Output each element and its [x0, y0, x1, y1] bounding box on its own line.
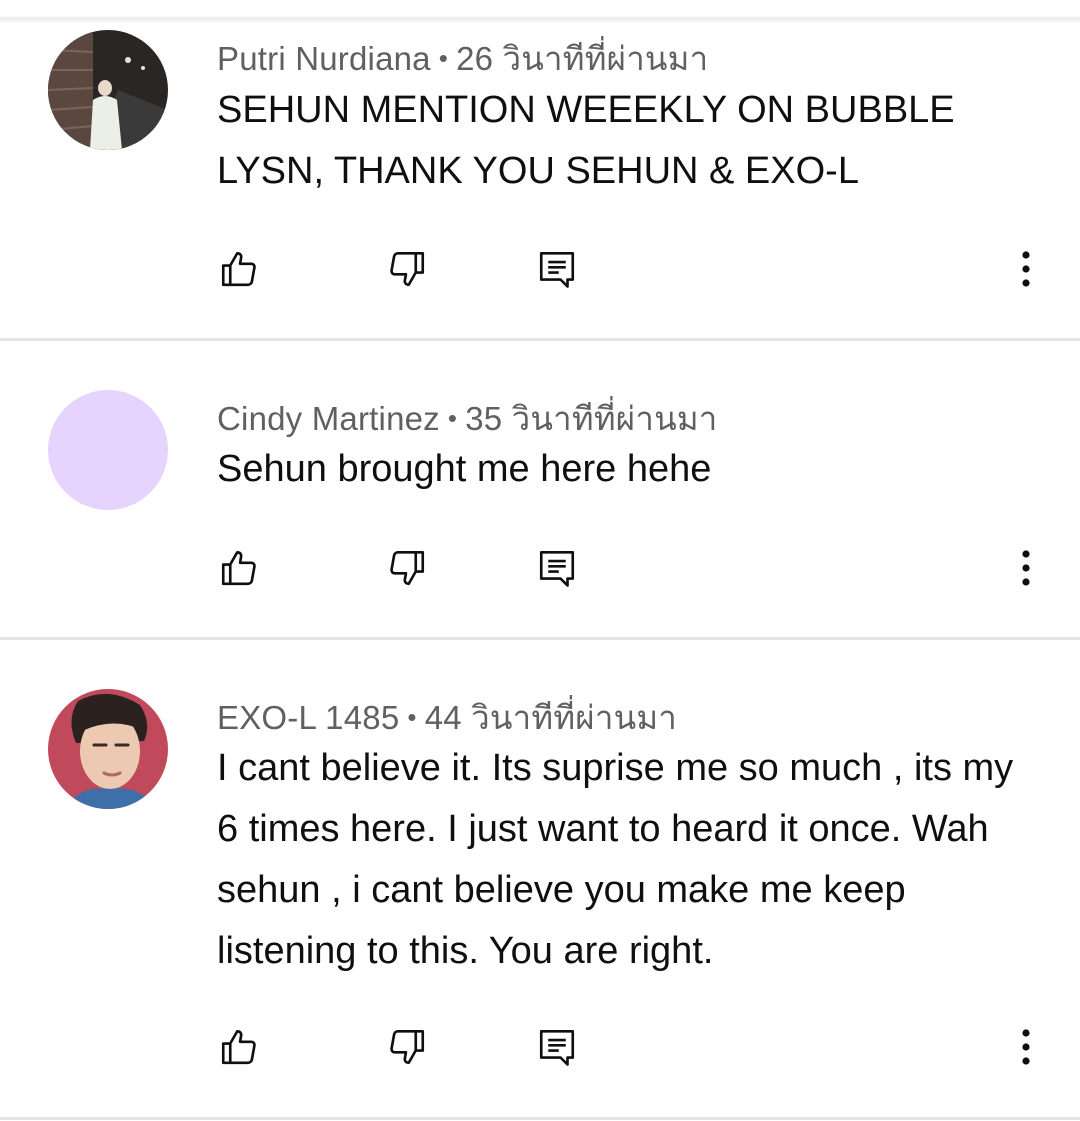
- more-options-button[interactable]: [1001, 543, 1051, 593]
- comment-author[interactable]: Cindy Martinez: [217, 400, 440, 437]
- comment-time[interactable]: 44 วินาทีที่ผ่านมา: [425, 699, 677, 736]
- comment-item: EXO-L 1485 • 44 วินาทีที่ผ่านมา I cant bel…: [0, 640, 1080, 1118]
- comment-time[interactable]: 35 วินาทีที่ผ่านมา: [465, 400, 717, 437]
- comment-actions: [0, 543, 1080, 593]
- comment-item: Cindy Martinez • 35 วินาทีที่ผ่านมา Sehun …: [0, 341, 1080, 637]
- comment-text: I cant believe it. Its suprise me so muc…: [217, 747, 1014, 972]
- comment-actions: [0, 1022, 1080, 1072]
- comment-author[interactable]: Putri Nurdiana: [217, 40, 431, 77]
- meta-separator: •: [438, 43, 449, 73]
- more-vertical-icon: [1022, 1029, 1030, 1065]
- comment-author[interactable]: EXO-L 1485: [217, 699, 399, 736]
- comment-time[interactable]: 26 วินาทีที่ผ่านมา: [456, 40, 708, 77]
- more-options-button[interactable]: [1001, 244, 1051, 294]
- comment-meta: Putri Nurdiana • 26 วินาทีที่ผ่านมา: [217, 32, 708, 85]
- comment-actions: [0, 244, 1080, 294]
- like-button[interactable]: [214, 543, 264, 593]
- reply-button[interactable]: [532, 1022, 582, 1072]
- avatar-photo-icon: [48, 689, 168, 809]
- avatar[interactable]: [48, 390, 168, 510]
- reply-button[interactable]: [532, 543, 582, 593]
- like-button[interactable]: [214, 1022, 264, 1072]
- dislike-button[interactable]: [382, 244, 432, 294]
- comment-meta: Cindy Martinez • 35 วินาทีที่ผ่านมา: [217, 392, 718, 445]
- reply-icon: [539, 1029, 575, 1066]
- more-vertical-icon: [1022, 550, 1030, 586]
- dislike-button[interactable]: [382, 1022, 432, 1072]
- meta-separator: •: [447, 403, 458, 433]
- thumbs-up-icon: [221, 251, 256, 287]
- avatar[interactable]: [48, 689, 168, 809]
- reply-icon: [539, 550, 575, 587]
- avatar[interactable]: [48, 30, 168, 150]
- reply-button[interactable]: [532, 244, 582, 294]
- comment-text: Sehun brought me here hehe: [217, 448, 712, 490]
- reply-icon: [539, 251, 575, 288]
- comment-meta: EXO-L 1485 • 44 วินาทีที่ผ่านมา: [217, 691, 677, 744]
- thumbs-down-icon: [390, 251, 425, 287]
- meta-separator: •: [407, 702, 417, 732]
- comment-item: Putri Nurdiana • 26 วินาทีที่ผ่านมา SEHUN …: [0, 0, 1080, 340]
- thumbs-down-icon: [390, 1029, 425, 1065]
- thumbs-down-icon: [390, 550, 425, 586]
- thumbs-up-icon: [221, 550, 256, 586]
- comment-divider: [0, 1117, 1080, 1120]
- like-button[interactable]: [214, 244, 264, 294]
- more-options-button[interactable]: [1001, 1022, 1051, 1072]
- thumbs-up-icon: [221, 1029, 256, 1065]
- comment-text: SEHUN MENTION WEEEKLY ON BUBBLE LYSN, TH…: [217, 89, 955, 192]
- more-vertical-icon: [1022, 251, 1030, 287]
- dislike-button[interactable]: [382, 543, 432, 593]
- avatar-photo-icon: [48, 30, 168, 150]
